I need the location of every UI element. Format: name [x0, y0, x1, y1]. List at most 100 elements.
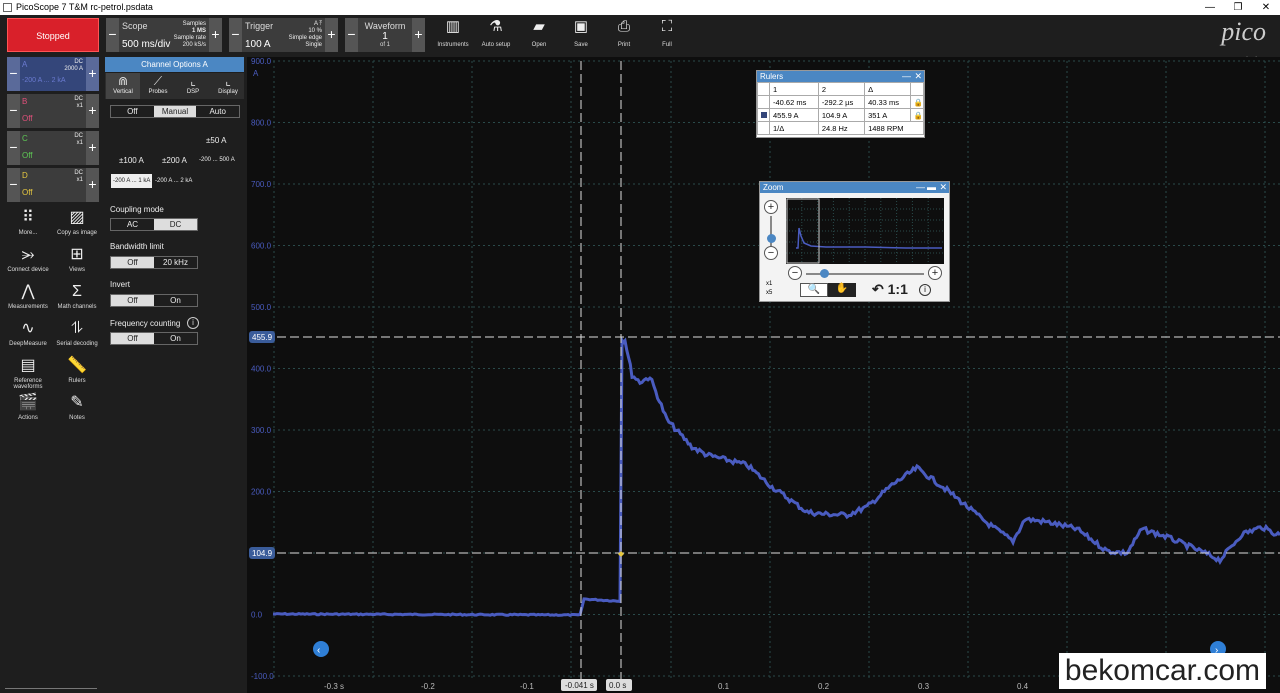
save-button[interactable]: ▣ Save	[561, 18, 601, 48]
channel-c-state: Off	[22, 151, 33, 160]
full-screen-button[interactable]: ⛶ Full	[647, 18, 687, 48]
scope-view[interactable]: 900.0 800.0 700.0 600.0 500.0 400.0 300.0 200.0…	[247, 57, 1280, 693]
channel-d-increase-button[interactable]: +	[86, 168, 99, 202]
waveform-prev-button[interactable]: −	[345, 18, 358, 52]
trigger-increase-button[interactable]: +	[325, 18, 338, 52]
range-1ka[interactable]: -200 A ... 1 kA	[111, 174, 153, 188]
lock-icon[interactable]: 🔒	[909, 95, 925, 109]
zoom-window[interactable]: Zoom — ▬ ✕ + − − + x1 x5 🔍 ✋ ↶ 1:1 i	[759, 181, 950, 302]
scope-plot[interactable]: 900.0 800.0 700.0 600.0 500.0 400.0 300.0 200.0…	[247, 57, 1280, 693]
coupling-ac[interactable]: AC	[111, 219, 154, 230]
channel-d-card[interactable]: − D DC x1 Off +	[7, 168, 99, 202]
rulers-title-bar[interactable]: Rulers — ✕	[757, 71, 924, 82]
horizontal-zoom-thumb[interactable]	[820, 269, 829, 278]
rulers-window[interactable]: Rulers — ✕ 12Δ -40.62 ms -292.2 µs 40.33 ms 🔒…	[756, 70, 925, 138]
info-icon[interactable]: i	[919, 284, 931, 296]
connect-device-button[interactable]: ⭃ Connect device	[3, 246, 53, 273]
print-button[interactable]: ⎙ Print	[604, 18, 644, 48]
deepmeasure-button[interactable]: ∿ DeepMeasure	[3, 320, 53, 347]
frequency-off[interactable]: Off	[111, 333, 154, 344]
range-mode-off[interactable]: Off	[111, 106, 154, 117]
trigger-mode[interactable]: Single	[289, 42, 322, 49]
channel-a-increase-button[interactable]: +	[86, 57, 99, 91]
tab-dsp[interactable]: ⌞ DSP	[176, 73, 210, 99]
channel-a-card[interactable]: − A DC 2000 A -200 A ... 2 kA +	[7, 57, 99, 91]
trigger-level[interactable]: 100 A	[245, 39, 271, 50]
invert-off[interactable]: Off	[111, 295, 154, 306]
open-button[interactable]: ▰ Open	[519, 18, 559, 48]
trigger-decrease-button[interactable]: −	[229, 18, 242, 52]
notes-button[interactable]: ✎ Notes	[52, 394, 102, 421]
info-icon[interactable]: i	[187, 317, 199, 329]
horizontal-zoom-out-button[interactable]: −	[788, 266, 802, 280]
tab-vertical[interactable]: ⋒ Vertical	[106, 73, 140, 99]
channel-c-card[interactable]: − C DC x1 Off +	[7, 131, 99, 165]
serial-decoding-button[interactable]: ⥮ Serial decoding	[52, 320, 102, 347]
zoom-out-button[interactable]: −	[764, 246, 778, 260]
zoom-title-bar[interactable]: Zoom — ▬ ✕	[760, 182, 949, 193]
reset-zoom-button[interactable]: ↶ 1:1	[872, 281, 908, 298]
channel-a-decrease-button[interactable]: −	[7, 57, 20, 91]
bandwidth-20khz[interactable]: 20 kHz	[154, 257, 197, 268]
timebase-increase-button[interactable]: +	[209, 18, 222, 52]
rulers-button[interactable]: 📏 Rulers	[52, 357, 102, 384]
tab-display[interactable]: ⌞ Display	[211, 73, 245, 99]
minimize-icon[interactable]: —	[1196, 0, 1224, 15]
range-100a[interactable]: ±100 A	[119, 156, 144, 165]
math-channels-button[interactable]: Σ Math channels	[52, 283, 102, 310]
minimize-icon[interactable]: —	[902, 71, 911, 82]
lock-icon[interactable]: 🔒	[909, 108, 925, 122]
copy-image-button[interactable]: ▨ Copy as image	[52, 209, 102, 236]
range-2ka[interactable]: -200 A ... 2 kA	[155, 178, 192, 184]
channel-a-name: A	[22, 60, 28, 69]
close-icon[interactable]: ✕	[1252, 0, 1280, 15]
trigger-type[interactable]: Simple edge	[289, 35, 322, 42]
waveform-number[interactable]: 1	[358, 31, 412, 42]
samples-value[interactable]: 1 MS	[174, 28, 206, 35]
channel-b-decrease-button[interactable]: −	[7, 94, 20, 128]
channel-c-increase-button[interactable]: +	[86, 131, 99, 165]
close-icon[interactable]: ✕	[939, 182, 947, 193]
channel-b-card[interactable]: − B DC x1 Off +	[7, 94, 99, 128]
range-200-500a[interactable]: -200 ... 500 A	[199, 157, 235, 163]
zoom-in-button[interactable]: +	[764, 200, 778, 214]
ruler-v1-label: -0.041 s	[565, 681, 594, 690]
minimize-icon[interactable]: —	[916, 182, 925, 193]
timebase-value[interactable]: 500 ms/div	[122, 39, 170, 50]
actions-button[interactable]: 🎬 Actions	[3, 394, 53, 421]
channel-c-decrease-button[interactable]: −	[7, 131, 20, 165]
vertical-zoom-thumb[interactable]	[767, 234, 776, 243]
timebase-decrease-button[interactable]: −	[106, 18, 119, 52]
zoom-overview[interactable]	[786, 198, 944, 264]
waveform-next-button[interactable]: +	[412, 18, 425, 52]
horizontal-zoom-in-button[interactable]: +	[928, 266, 942, 280]
channel-b-increase-button[interactable]: +	[86, 94, 99, 128]
maximize-icon[interactable]: ▬	[927, 182, 936, 193]
range-mode-manual[interactable]: Manual	[153, 106, 197, 117]
close-icon[interactable]: ✕	[914, 71, 922, 82]
zoom-tool-button[interactable]: 🔍	[800, 283, 828, 297]
more-button[interactable]: ⠿ More...	[3, 209, 53, 236]
bandwidth-off[interactable]: Off	[111, 257, 154, 268]
restore-icon[interactable]: ❐	[1224, 0, 1252, 15]
views-button[interactable]: ⊞ Views	[52, 246, 102, 273]
invert-on[interactable]: On	[154, 295, 197, 306]
coupling-dc[interactable]: DC	[154, 219, 197, 230]
scroll-left-button[interactable]	[313, 641, 329, 657]
instruments-button[interactable]: ▥ Instruments	[433, 18, 473, 48]
channel-d-decrease-button[interactable]: −	[7, 168, 20, 202]
range-50a[interactable]: ±50 A	[206, 136, 226, 145]
tab-probes[interactable]: ⟋ Probes	[141, 73, 175, 99]
pan-tool-button[interactable]: ✋	[828, 283, 856, 297]
frequency-on[interactable]: On	[154, 333, 197, 344]
auto-setup-button[interactable]: ⚗ Auto setup	[476, 18, 516, 48]
probe-icon: ⟋	[153, 74, 163, 88]
run-stop-button[interactable]: Stopped	[7, 18, 99, 52]
measurements-button[interactable]: ⋀ Measurements	[3, 283, 53, 310]
range-200a[interactable]: ±200 A	[162, 156, 187, 165]
hand-icon: ✋	[835, 283, 849, 294]
reference-waveforms-button[interactable]: ▤ Reference waveforms	[3, 357, 53, 390]
scope-label: Scope	[122, 21, 148, 31]
rate-value[interactable]: 200 kS/s	[174, 42, 206, 49]
range-mode-auto[interactable]: Auto	[196, 106, 239, 117]
